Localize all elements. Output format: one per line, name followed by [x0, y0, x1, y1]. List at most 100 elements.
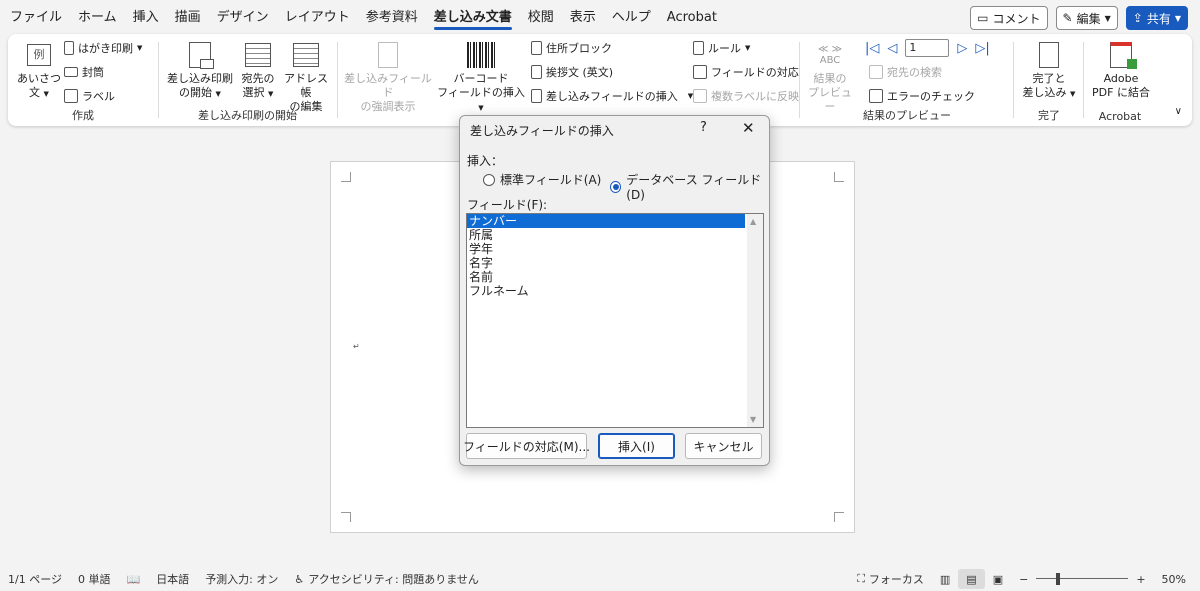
focus-button[interactable]: ⛶ フォーカス [849, 571, 932, 587]
close-icon[interactable]: ✕ [742, 119, 755, 137]
last-record-icon[interactable]: ▷| [975, 41, 989, 56]
zoom-in-button[interactable]: + [1128, 573, 1153, 586]
list-item[interactable]: ナンバー [467, 214, 745, 228]
update-labels-button[interactable]: 複数ラベルに反映 [693, 86, 799, 106]
insert-merge-field-button[interactable]: 差し込みフィールドの挿入 ▼ [531, 86, 693, 106]
start-merge-button[interactable]: 差し込み印刷 の開始 ▼ [164, 40, 236, 101]
greeting-line-label: 挨拶文 (英文) [546, 66, 614, 79]
highlight-fields-button[interactable]: 差し込みフィールド の強調表示 [343, 40, 433, 114]
print-layout-icon[interactable]: ▤ [958, 569, 985, 589]
focus-icon: ⛶ [857, 572, 865, 585]
cancel-button[interactable]: キャンセル [685, 433, 762, 459]
edit-recipient-list-button[interactable]: アドレス帳 の編集 [280, 40, 332, 114]
tab-file[interactable]: ファイル [0, 0, 70, 36]
previous-record-icon[interactable]: ◁ [887, 41, 897, 56]
accessibility-label: アクセシビリティ: 問題ありません [308, 573, 479, 586]
list-item[interactable]: 名字 [467, 256, 745, 270]
rules-icon [693, 41, 704, 55]
ribbon: 例 あいさつ 文 ▼ はがき印刷 ▼ 封筒 ラベル 作成 差し込み印刷 の開始 … [8, 34, 1192, 126]
scroll-up-icon[interactable]: ▲ [750, 217, 756, 226]
zoom-out-button[interactable]: − [1011, 573, 1036, 586]
tab-mailings[interactable]: 差し込み文書 [426, 0, 520, 36]
address-block-icon [531, 41, 542, 55]
scroll-down-icon[interactable]: ▼ [750, 415, 756, 424]
tab-layout[interactable]: レイアウト [277, 0, 358, 36]
start-merge-label-2: の開始 ▼ [179, 86, 221, 99]
group-start-merge: 差し込み印刷 の開始 ▼ 宛先の 選択 ▼ アドレス帳 の編集 差し込み印刷の開… [160, 34, 335, 126]
greeting-button[interactable]: 例 あいさつ 文 ▼ [16, 40, 62, 101]
fields-label: フィールド(F): [467, 198, 548, 212]
pdf-label-2: PDF に結合 [1092, 86, 1150, 99]
language-status[interactable]: 日本語 [148, 571, 197, 587]
ribbon-collapse-icon[interactable]: ∨ [1175, 106, 1182, 117]
tab-insert[interactable]: 挿入 [125, 0, 167, 36]
address-block-button[interactable]: 住所ブロック [531, 38, 612, 58]
group-label-start: 差し込み印刷の開始 [198, 109, 297, 122]
greeting-label-2: 文 ▼ [29, 86, 49, 99]
check-errors-button[interactable]: エラーのチェック [869, 86, 975, 106]
zoom-slider-thumb[interactable] [1056, 573, 1061, 585]
list-item[interactable]: 学年 [467, 242, 745, 256]
list-item[interactable]: フルネーム [467, 284, 745, 298]
help-button[interactable]: ? [700, 120, 707, 135]
labels-button[interactable]: ラベル [64, 86, 115, 106]
page-count[interactable]: 1/1 ページ [0, 571, 70, 587]
accessibility-status[interactable]: ♿ アクセシビリティ: 問題ありません [286, 571, 487, 587]
greeting-line-button[interactable]: 挨拶文 (英文) [531, 62, 613, 82]
share-button[interactable]: ⇪ 共有 ▼ [1125, 6, 1188, 30]
first-record-icon[interactable]: |◁ [865, 41, 879, 56]
preview-results-button[interactable]: ≪ ≫ ABC 結果の プレビュー [805, 40, 855, 114]
document-mail-icon [185, 40, 215, 70]
match-fields-button[interactable]: フィールドの対応 [693, 62, 799, 82]
edit-mode-button[interactable]: ✎ 編集 ▼ [1055, 6, 1118, 30]
postcard-button[interactable]: はがき印刷 ▼ [64, 38, 142, 58]
tab-review[interactable]: 校閲 [520, 0, 562, 36]
tab-draw[interactable]: 描画 [167, 0, 209, 36]
book-icon: 📖 [126, 572, 141, 586]
label-icon [64, 89, 78, 103]
rules-button[interactable]: ルール ▼ [693, 38, 750, 58]
list-item[interactable]: 所属 [467, 228, 745, 242]
envelope-button[interactable]: 封筒 [64, 62, 104, 82]
tab-view[interactable]: 表示 [562, 0, 604, 36]
read-mode-icon[interactable]: ▥ [932, 573, 958, 586]
zoom-level[interactable]: 50% [1154, 573, 1200, 586]
tab-acrobat[interactable]: Acrobat [659, 0, 725, 36]
web-layout-icon[interactable]: ▣ [985, 573, 1011, 586]
radio-standard-fields[interactable]: 標準フィールド(A) [483, 171, 601, 188]
finish-merge-button[interactable]: 完了と 差し込み ▼ [1019, 40, 1079, 101]
next-record-icon[interactable]: ▷ [957, 41, 967, 56]
list-scrollbar[interactable]: ▲ ▼ [747, 214, 763, 427]
tab-help[interactable]: ヘルプ [604, 0, 659, 36]
proofing-status[interactable]: 📖 [118, 573, 148, 586]
check-errors-icon [869, 89, 883, 103]
fields-listbox[interactable]: ナンバー 所属 学年 名字 名前 フルネーム ▲ ▼ [466, 213, 764, 428]
word-count[interactable]: 0 単語 [70, 571, 119, 587]
tab-home[interactable]: ホーム [70, 0, 125, 36]
text-predictions-status[interactable]: 予測入力: オン [197, 571, 286, 587]
match-fields-icon [693, 65, 707, 79]
barcode-label-1: バーコード [453, 72, 509, 85]
edit-list-icon [291, 40, 321, 70]
barcode-label-2: フィールドの挿入 ▼ [437, 86, 525, 112]
select-recipients-button[interactable]: 宛先の 選択 ▼ [236, 40, 280, 101]
comment-button[interactable]: ▭ コメント [970, 6, 1048, 30]
group-create: 例 あいさつ 文 ▼ はがき印刷 ▼ 封筒 ラベル 作成 [8, 34, 158, 126]
radio-database-label: データベース フィールド(D) [626, 173, 762, 202]
list-item[interactable]: 名前 [467, 270, 745, 284]
barcode-field-button[interactable]: バーコード フィールドの挿入 ▼ [435, 40, 527, 115]
tab-references[interactable]: 参考資料 [358, 0, 426, 36]
highlight-icon [373, 40, 403, 70]
share-label: 共有 [1146, 11, 1171, 26]
zoom-slider[interactable] [1036, 573, 1129, 585]
tab-design[interactable]: デザイン [209, 0, 277, 36]
radio-database-fields[interactable]: データベース フィールド(D) [610, 171, 769, 202]
preview-icon: ≪ ≫ ABC [817, 44, 843, 66]
insert-type-label: 挿入： [467, 154, 504, 168]
dialog-title: 差し込みフィールドの挿入 [470, 124, 614, 138]
insert-button[interactable]: 挿入(I) [598, 433, 675, 459]
record-number-input[interactable]: 1 [905, 39, 950, 57]
adobe-pdf-merge-button[interactable]: Adobe PDF に結合 [1089, 40, 1153, 100]
find-recipient-button[interactable]: 宛先の検索 [869, 62, 942, 82]
match-fields-dialog-button[interactable]: フィールドの対応(M)... [463, 433, 590, 459]
